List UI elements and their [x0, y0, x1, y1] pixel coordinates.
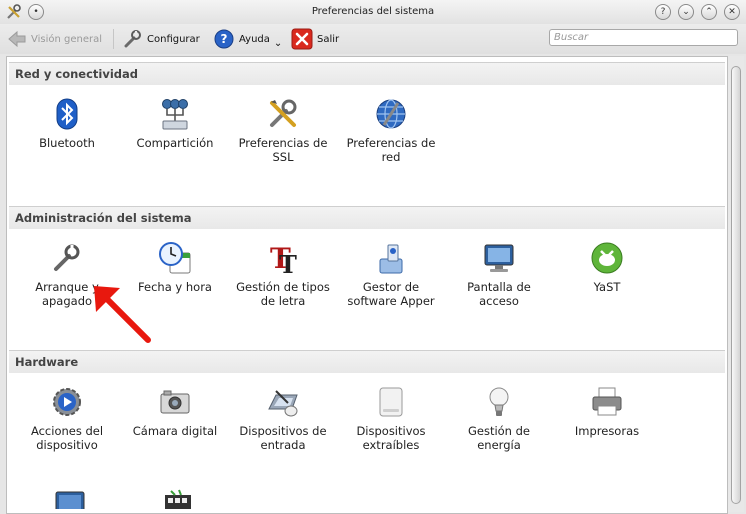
- printer-icon: [592, 387, 622, 416]
- module-label: Gestión de energía: [467, 424, 531, 452]
- window-title: Preferencias del sistema: [311, 6, 435, 17]
- chevron-down-icon: ⌄: [682, 7, 690, 17]
- quit-label: Salir: [317, 33, 340, 45]
- monitor-icon[interactable]: [53, 489, 87, 509]
- quit-button[interactable]: Salir: [291, 27, 339, 51]
- drive-icon: [379, 387, 403, 417]
- module-yast[interactable]: YaST: [555, 241, 659, 294]
- module-printers[interactable]: Impresoras: [555, 385, 659, 438]
- module-removable-devices[interactable]: Dispositivos extraíbles: [339, 385, 443, 452]
- scrollbar-thumb[interactable]: [731, 66, 741, 504]
- camera-icon: [160, 390, 190, 414]
- module-label: Pantalla de acceso: [467, 280, 531, 308]
- gear-play-icon: [53, 388, 81, 416]
- chevron-up-icon: ⌃: [705, 7, 713, 17]
- quit-icon: [291, 28, 313, 50]
- yast-icon: [591, 242, 623, 274]
- configure-label: Configurar: [147, 33, 200, 45]
- section-title: Administración del sistema: [9, 207, 725, 229]
- module-label: Impresoras: [574, 424, 640, 438]
- module-input-devices[interactable]: Dispositivos de entrada: [231, 385, 335, 452]
- help-button[interactable]: ? Ayuda ⌄: [213, 27, 282, 51]
- chevron-down-icon: ⌄: [273, 37, 283, 49]
- module-label: YaST: [593, 280, 621, 294]
- wrench-icon: [124, 30, 141, 48]
- minimize-button[interactable]: ⌄: [678, 4, 694, 20]
- toolbar-separator: [113, 29, 114, 49]
- help-icon: ?: [214, 29, 234, 49]
- module-login-screen[interactable]: Pantalla de acceso: [447, 241, 551, 308]
- module-device-actions[interactable]: Acciones del dispositivo: [15, 385, 119, 452]
- module-label: Gestión de tipos de letra: [236, 280, 330, 308]
- module-power-management[interactable]: Gestión de energía: [447, 385, 551, 452]
- module-label: Gestor de software Apper: [347, 280, 435, 308]
- section-title: Red y conectividad: [9, 63, 725, 85]
- module-bluetooth[interactable]: Bluetooth: [15, 97, 119, 150]
- svg-text:T: T: [279, 250, 297, 275]
- module-label: Bluetooth: [39, 136, 95, 150]
- module-sharing[interactable]: Compartición: [123, 97, 227, 150]
- section-title: Hardware: [9, 351, 725, 373]
- software-icon: [379, 244, 403, 274]
- title-bar: • Preferencias del sistema ? ⌄ ⌃ ✕: [0, 0, 746, 24]
- close-button[interactable]: ✕: [724, 4, 740, 20]
- module-ssl[interactable]: Preferencias de SSL: [231, 97, 335, 164]
- module-label: Preferencias de SSL: [238, 136, 328, 164]
- module-label: Dispositivos de entrada: [239, 424, 327, 452]
- overview-button[interactable]: Visión general: [7, 27, 102, 51]
- module-digital-camera[interactable]: Cámara digital: [123, 385, 227, 438]
- globe-icon: [376, 99, 406, 129]
- overview-label: Visión general: [31, 33, 103, 45]
- module-network[interactable]: Preferencias de red: [339, 97, 443, 164]
- bluetooth-icon: [56, 98, 78, 130]
- module-apper[interactable]: Gestor de software Apper: [339, 241, 443, 308]
- annotation-arrow-icon: [94, 286, 151, 343]
- svg-text:?: ?: [221, 32, 228, 46]
- bulb-icon: [489, 387, 509, 416]
- section-network: Red y conectividad Bluetooth Compartició…: [9, 62, 725, 202]
- network-share-icon: [162, 99, 188, 130]
- search-input[interactable]: [549, 29, 738, 46]
- monitor-icon: [484, 244, 514, 272]
- font-icon: T T: [270, 242, 297, 275]
- module-label: Preferencias de red: [346, 136, 436, 164]
- question-icon: ?: [660, 7, 666, 17]
- configure-button[interactable]: Configurar: [121, 27, 200, 51]
- clock-calendar-icon: [159, 242, 191, 274]
- tablet-mouse-icon: [268, 390, 298, 417]
- wrench-icon: [54, 244, 80, 271]
- vertical-scrollbar[interactable]: [728, 56, 744, 512]
- tools-icon: [270, 99, 297, 127]
- help-window-button[interactable]: ?: [655, 4, 671, 20]
- back-arrow-icon: [8, 30, 26, 48]
- module-fonts[interactable]: T T Gestión de tipos de letra: [231, 241, 335, 308]
- module-label: Acciones del dispositivo: [30, 424, 104, 452]
- maximize-button[interactable]: ⌃: [701, 4, 717, 20]
- module-label: Dispositivos extraíbles: [356, 424, 426, 452]
- help-label: Ayuda: [239, 33, 270, 45]
- close-icon: ✕: [728, 7, 736, 17]
- module-label: Compartición: [136, 136, 214, 150]
- module-label: Cámara digital: [132, 424, 218, 438]
- section-hardware: Hardware Acciones del dispositivo Cámara…: [9, 350, 725, 513]
- multimedia-icon[interactable]: [161, 489, 195, 509]
